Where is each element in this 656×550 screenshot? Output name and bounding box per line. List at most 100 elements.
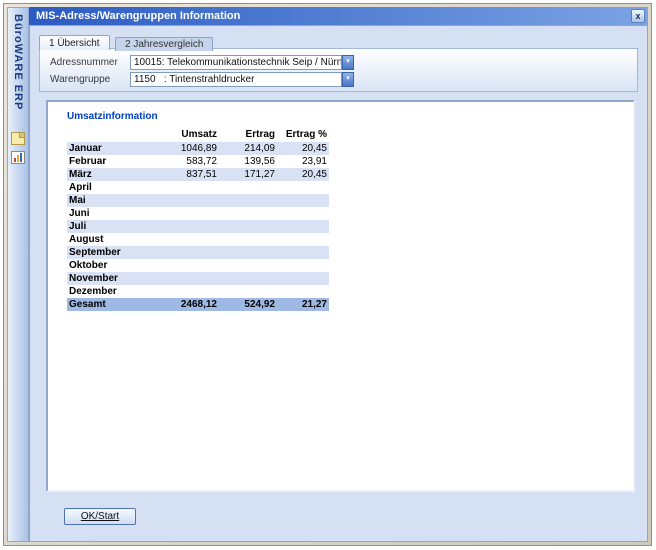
table-cell-umsatz: 583,72: [153, 155, 219, 168]
table-cell-ertrag_pct: [277, 194, 329, 207]
adressnummer-row: Adressnummer 10015: Telekommunikationste…: [40, 55, 637, 70]
tab-uebersicht-label: 1 Übersicht: [49, 38, 100, 49]
table-cell-month: Oktober: [67, 259, 153, 272]
table-cell-ertrag_pct: [277, 233, 329, 246]
table-row: August: [67, 233, 329, 246]
table-cell-ertrag: 139,56: [219, 155, 277, 168]
window-title: MIS-Adress/Warengruppen Information: [36, 10, 240, 22]
table-cell-ertrag_pct: 23,91: [277, 155, 329, 168]
table-cell-ertrag_pct: 20,45: [277, 168, 329, 181]
table-cell-ertrag: [219, 259, 277, 272]
table-cell-ertrag_pct: [277, 207, 329, 220]
warengruppe-value: 1150 : Tintenstrahldrucker: [131, 73, 341, 86]
table-cell-month: Mai: [67, 194, 153, 207]
table-row: März837,51171,2720,45: [67, 168, 329, 181]
table-body: Januar1046,89214,0920,45Februar583,72139…: [67, 142, 633, 311]
form-panel: Adressnummer 10015: Telekommunikationste…: [39, 48, 638, 92]
table-cell-month: August: [67, 233, 153, 246]
table-cell-ertrag_pct: [277, 246, 329, 259]
table-cell-ertrag_pct: [277, 220, 329, 233]
adressnummer-dropdown-button[interactable]: ▾: [342, 55, 354, 70]
table-cell-month: Juli: [67, 220, 153, 233]
table-cell-month: November: [67, 272, 153, 285]
table-cell-umsatz: 837,51: [153, 168, 219, 181]
tab-jahresvergleich-label: 2 Jahresvergleich: [125, 39, 203, 50]
brand-strip: BüroWARE ERP: [7, 7, 29, 542]
table-row: September: [67, 246, 329, 259]
header-ertrag-pct: Ertrag %: [277, 127, 329, 142]
table-cell-ertrag: 524,92: [219, 298, 277, 311]
table-cell-umsatz: [153, 233, 219, 246]
table-cell-month: Gesamt: [67, 298, 153, 311]
table-cell-month: März: [67, 168, 153, 181]
table-cell-umsatz: [153, 194, 219, 207]
adressnummer-label: Adressnummer: [50, 57, 118, 68]
table-cell-month: Dezember: [67, 285, 153, 298]
table-cell-umsatz: [153, 285, 219, 298]
table-row: Juni: [67, 207, 329, 220]
table-cell-ertrag: [219, 194, 277, 207]
table-cell-ertrag: [219, 207, 277, 220]
table-cell-ertrag_pct: [277, 285, 329, 298]
table-cell-ertrag_pct: 21,27: [277, 298, 329, 311]
table-cell-umsatz: [153, 272, 219, 285]
table-cell-ertrag: [219, 220, 277, 233]
warengruppe-row: Warengruppe 1150 : Tintenstrahldrucker ▾: [40, 72, 637, 87]
table-cell-umsatz: [153, 246, 219, 259]
table-cell-umsatz: 2468,12: [153, 298, 219, 311]
ok-start-label: OK/Start: [81, 511, 119, 522]
table-row: April: [67, 181, 329, 194]
table-cell-month: Juni: [67, 207, 153, 220]
table-row: Januar1046,89214,0920,45: [67, 142, 329, 155]
table-cell-ertrag_pct: [277, 272, 329, 285]
table-cell-ertrag: [219, 233, 277, 246]
tab-bar: 1 Übersicht 2 Jahresvergleich: [39, 32, 647, 48]
header-spacer: [67, 127, 153, 142]
table-cell-month: Februar: [67, 155, 153, 168]
table-cell-ertrag: 171,27: [219, 168, 277, 181]
tab-jahresvergleich[interactable]: 2 Jahresvergleich: [115, 37, 213, 51]
table-row: Februar583,72139,5623,91: [67, 155, 329, 168]
note-icon[interactable]: [11, 132, 25, 145]
close-icon: x: [635, 11, 640, 21]
table-cell-umsatz: [153, 220, 219, 233]
content-area: 1 Übersicht 2 Jahresvergleich Adressnumm…: [29, 25, 648, 542]
ok-start-button[interactable]: OK/Start: [64, 508, 136, 525]
table-row: Oktober: [67, 259, 329, 272]
table-cell-umsatz: [153, 207, 219, 220]
umsatz-table: Umsatzinformation Umsatz Ertrag Ertrag %…: [48, 102, 633, 311]
table-title: Umsatzinformation: [67, 111, 633, 122]
table-cell-umsatz: 1046,89: [153, 142, 219, 155]
table-cell-ertrag_pct: 20,45: [277, 142, 329, 155]
warengruppe-field[interactable]: 1150 : Tintenstrahldrucker: [130, 72, 342, 87]
warengruppe-label: Warengruppe: [50, 74, 110, 85]
table-cell-umsatz: [153, 181, 219, 194]
dropdown-icon: ▾: [346, 58, 350, 65]
adressnummer-field[interactable]: 10015: Telekommunikationstechnik Seip / …: [130, 55, 342, 70]
table-cell-ertrag: [219, 272, 277, 285]
header-ertrag: Ertrag: [219, 127, 277, 142]
table-cell-umsatz: [153, 259, 219, 272]
close-button[interactable]: x: [631, 9, 645, 23]
main-panel: Umsatzinformation Umsatz Ertrag Ertrag %…: [46, 100, 635, 492]
warengruppe-dropdown-button[interactable]: ▾: [342, 72, 354, 87]
table-cell-month: September: [67, 246, 153, 259]
brand-text: BüroWARE ERP: [12, 14, 24, 110]
tab-uebersicht[interactable]: 1 Übersicht: [39, 35, 110, 50]
table-cell-ertrag: [219, 285, 277, 298]
table-cell-ertrag_pct: [277, 259, 329, 272]
table-cell-ertrag: [219, 181, 277, 194]
table-cell-month: Januar: [67, 142, 153, 155]
titlebar: MIS-Adress/Warengruppen Information x: [29, 7, 648, 25]
table-row: Gesamt2468,12524,9221,27: [67, 298, 329, 311]
table-cell-ertrag_pct: [277, 181, 329, 194]
table-row: November: [67, 272, 329, 285]
table-cell-month: April: [67, 181, 153, 194]
adressnummer-value: 10015: Telekommunikationstechnik Seip / …: [131, 56, 341, 69]
table-row: Dezember: [67, 285, 329, 298]
header-umsatz: Umsatz: [153, 127, 219, 142]
table-row: Mai: [67, 194, 329, 207]
chart-icon[interactable]: [11, 151, 25, 164]
table-cell-ertrag: 214,09: [219, 142, 277, 155]
app-window: BüroWARE ERP MIS-Adress/Warengruppen Inf…: [3, 3, 652, 546]
